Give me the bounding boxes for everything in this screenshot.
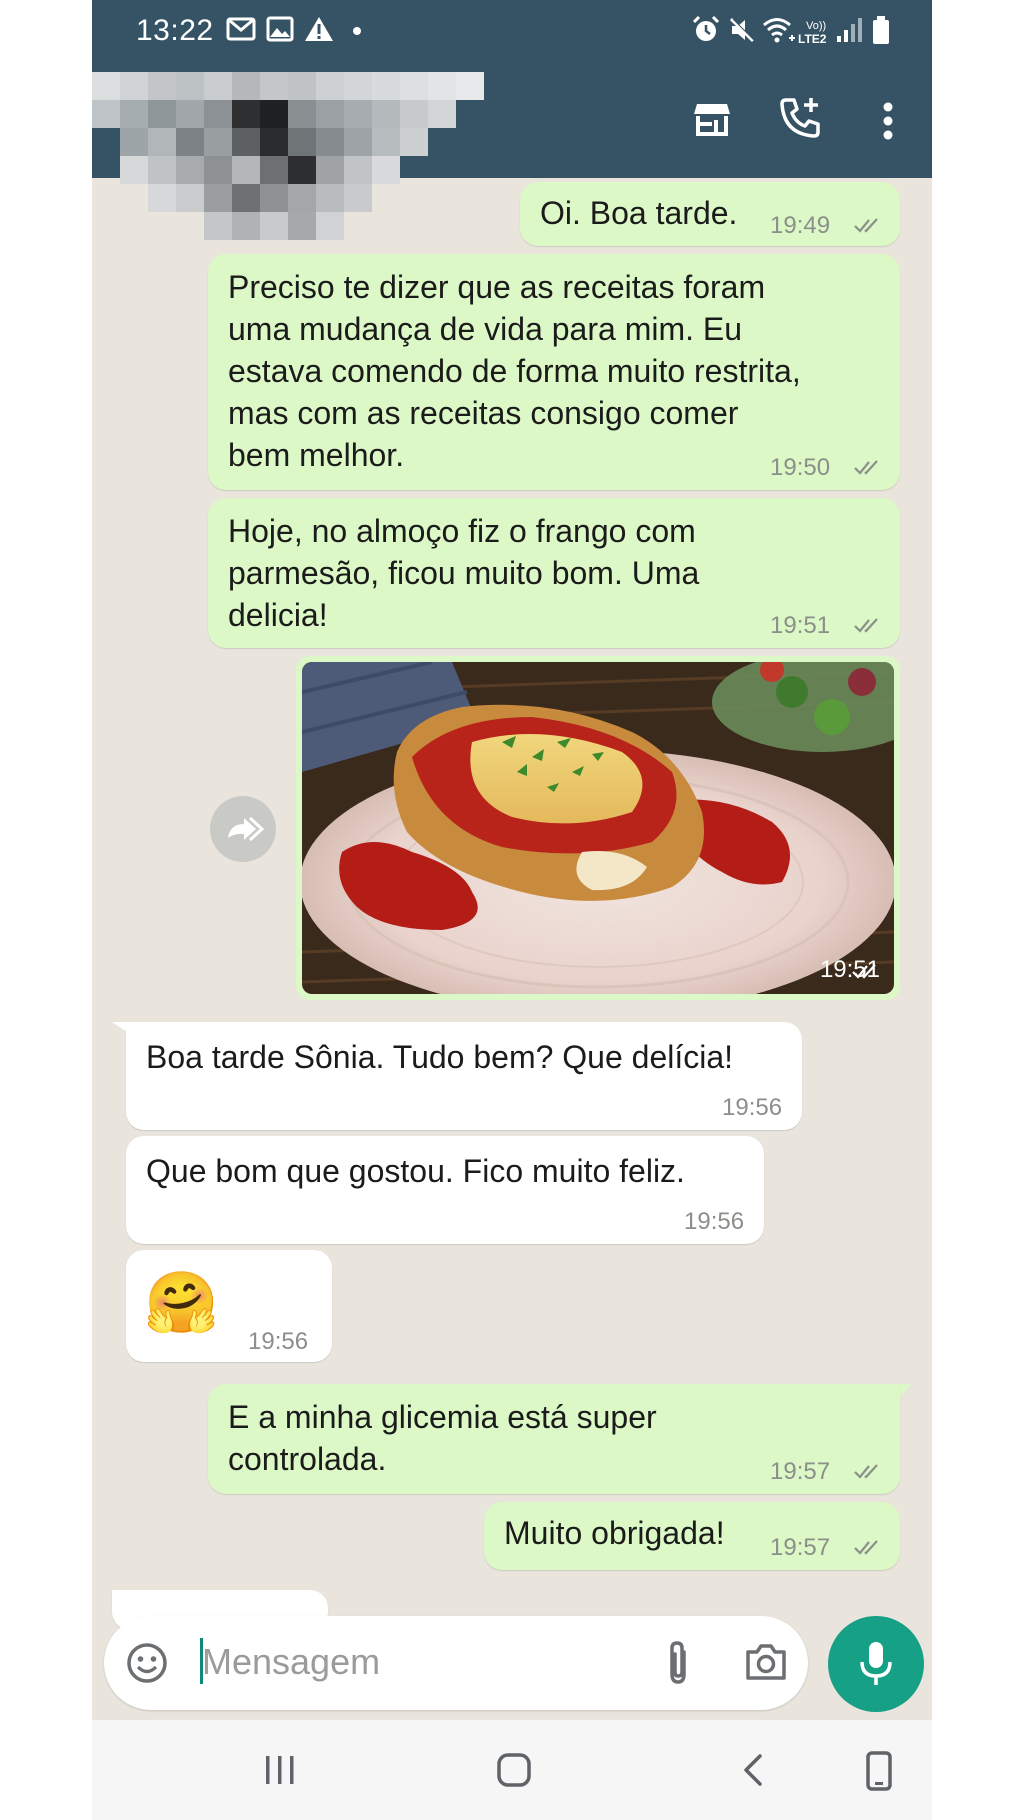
outgoing-message-bubble[interactable]: E a minha glicemia está super controlada… bbox=[208, 1384, 900, 1494]
message-composer bbox=[104, 1616, 808, 1710]
message-time: 19:50 bbox=[770, 454, 831, 481]
gallery-icon bbox=[266, 16, 294, 42]
home-icon[interactable] bbox=[494, 1750, 534, 1790]
forward-icon[interactable] bbox=[210, 796, 276, 862]
screenshot-icon[interactable] bbox=[864, 1750, 894, 1792]
svg-text:LTE2: LTE2 bbox=[798, 32, 827, 46]
message-input[interactable] bbox=[202, 1640, 582, 1684]
outgoing-message-bubble[interactable]: Hoje, no almoço fiz o frango com parmesã… bbox=[208, 498, 900, 648]
double-check-icon bbox=[854, 460, 878, 475]
message-text-line: mas com as receitas consigo comer bbox=[228, 395, 739, 431]
incoming-message-bubble[interactable]: Que bom que gostou. Fico muito feliz. 19… bbox=[126, 1136, 764, 1244]
status-time: 13:22 bbox=[136, 14, 214, 47]
message-text-line: parmesão, ficou muito bom. Uma bbox=[228, 555, 700, 591]
signal-icon bbox=[837, 18, 862, 42]
recents-icon[interactable] bbox=[262, 1750, 298, 1790]
add-call-icon[interactable] bbox=[778, 96, 822, 140]
message-text-line: delicia! bbox=[228, 597, 328, 633]
mute-icon bbox=[729, 17, 756, 43]
outgoing-message-bubble[interactable]: Muito obrigada! 19:57 bbox=[484, 1502, 900, 1570]
phone-screen: 13:22 Vo)) LTE2 Oi. Boa tarde. 19:49 Pre… bbox=[92, 0, 932, 1820]
message-text: Muito obrigada! bbox=[504, 1515, 725, 1551]
message-text-line: E a minha glicemia está super bbox=[228, 1399, 657, 1435]
system-nav-bar bbox=[92, 1720, 932, 1820]
message-time: 19:51 bbox=[770, 612, 831, 639]
outgoing-message-bubble[interactable]: Oi. Boa tarde. 19:49 bbox=[520, 182, 900, 246]
hugging-face-emoji: 🤗 bbox=[144, 1269, 219, 1336]
double-check-icon bbox=[854, 1464, 878, 1479]
alarm-icon bbox=[692, 16, 720, 41]
chicken-parmigiana-photo[interactable]: 19:51 bbox=[302, 662, 894, 994]
message-time: 19:56 bbox=[684, 1208, 745, 1235]
pixelated-contact-avatar[interactable] bbox=[92, 72, 552, 240]
more-vert-icon[interactable] bbox=[882, 102, 894, 140]
dot-icon bbox=[353, 27, 361, 35]
message-text-line: estava comendo de forma muito restrita, bbox=[228, 353, 801, 389]
message-text-line: Preciso te dizer que as receitas foram bbox=[228, 269, 766, 305]
incoming-message-bubble[interactable]: Boa tarde Sônia. Tudo bem? Que delícia! … bbox=[126, 1022, 802, 1130]
double-check-icon bbox=[854, 218, 878, 233]
gmail-icon bbox=[226, 17, 256, 41]
back-icon[interactable] bbox=[738, 1750, 768, 1790]
message-text-line: controlada. bbox=[228, 1441, 387, 1477]
warning-icon bbox=[305, 17, 333, 41]
incoming-emoji-bubble[interactable]: 🤗 19:56 bbox=[126, 1250, 332, 1362]
mic-icon bbox=[860, 1642, 892, 1685]
message-text: Oi. Boa tarde. bbox=[540, 195, 738, 231]
camera-icon[interactable] bbox=[744, 1642, 788, 1682]
message-time: 19:57 bbox=[770, 1458, 831, 1485]
outgoing-message-bubble[interactable]: Preciso te dizer que as receitas foram u… bbox=[208, 254, 900, 490]
message-text-line: Hoje, no almoço fiz o frango com bbox=[228, 513, 696, 549]
message-time: 19:56 bbox=[722, 1094, 783, 1121]
message-time: 19:56 bbox=[248, 1328, 309, 1355]
message-text: Boa tarde Sônia. Tudo bem? Que delícia! bbox=[146, 1039, 734, 1075]
attach-icon[interactable] bbox=[662, 1640, 694, 1686]
double-check-icon bbox=[854, 618, 878, 633]
double-check-icon bbox=[852, 964, 876, 979]
volte-lte2-icon: Vo)) LTE2 bbox=[798, 20, 827, 46]
message-text-line: uma mudança de vida para mim. Eu bbox=[228, 311, 743, 347]
message-time: 19:49 bbox=[770, 212, 831, 239]
emoji-icon[interactable] bbox=[126, 1642, 168, 1684]
battery-icon bbox=[873, 16, 889, 44]
wifi-calling-icon bbox=[763, 18, 795, 43]
mic-button[interactable] bbox=[828, 1616, 924, 1712]
message-text: Que bom que gostou. Fico muito feliz. bbox=[146, 1153, 685, 1189]
message-time: 19:57 bbox=[770, 1534, 831, 1561]
message-text-line: bem melhor. bbox=[228, 437, 405, 473]
svg-text:Vo)): Vo)) bbox=[806, 20, 826, 32]
store-icon[interactable] bbox=[692, 98, 732, 138]
double-check-icon bbox=[854, 1540, 878, 1555]
